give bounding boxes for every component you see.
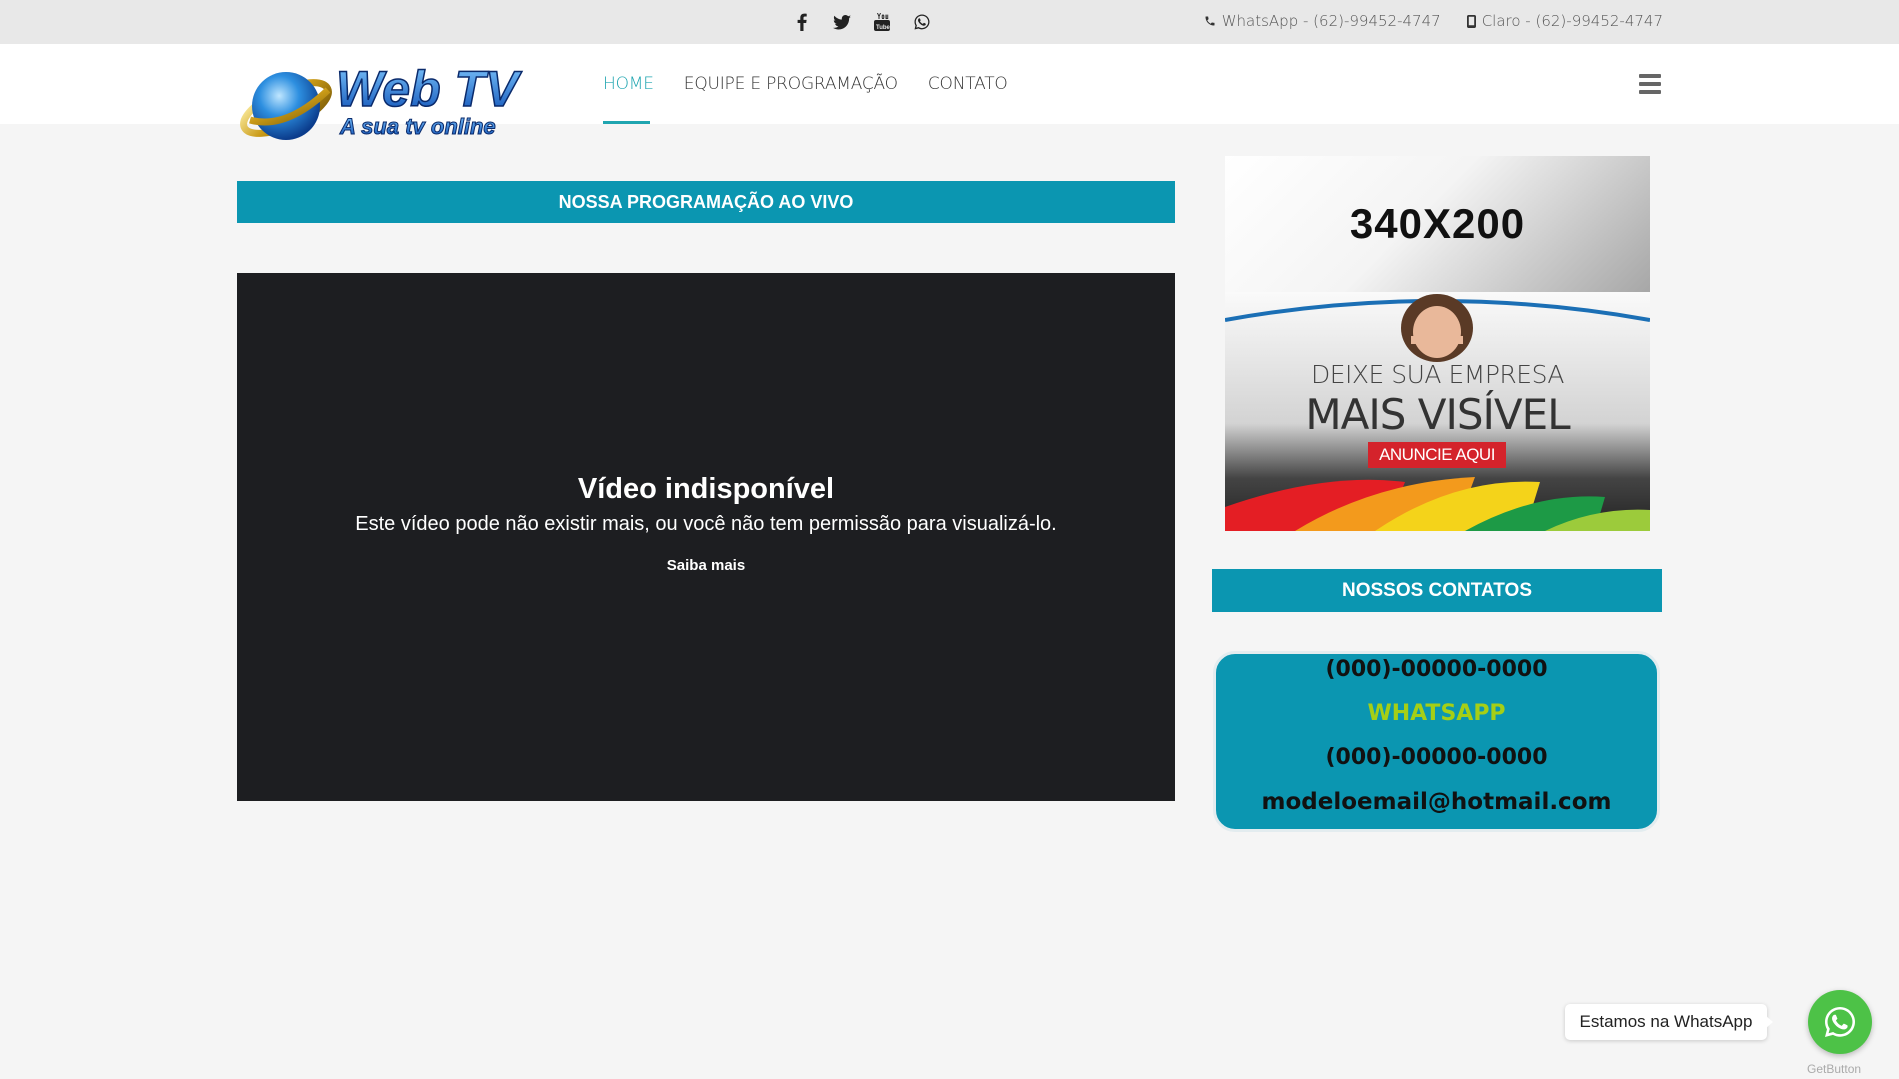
mobile-icon xyxy=(1466,14,1476,28)
svg-text:Tube: Tube xyxy=(876,25,890,31)
contacts-section-title: NOSSOS CONTATOS xyxy=(1212,569,1662,612)
ad-size-placeholder: 340X200 xyxy=(1225,156,1650,292)
site-logo[interactable]: Web TV A sua tv online xyxy=(236,60,561,156)
whatsapp-contact: WhatsApp - (62)-99452-4747 xyxy=(1204,12,1441,30)
ad-line-2: MAIS VISÍVEL xyxy=(1305,390,1570,439)
phone-1: (000)-00000-0000 xyxy=(1325,657,1548,682)
nav-contato[interactable]: CONTATO xyxy=(928,44,1008,124)
top-contacts: WhatsApp - (62)-99452-4747 Claro - (62)-… xyxy=(1204,12,1663,30)
twitter-icon[interactable] xyxy=(830,10,854,34)
logo-title: Web TV xyxy=(336,61,522,117)
nav-equipe-programacao[interactable]: EQUIPE E PROGRAMAÇÃO xyxy=(684,44,898,124)
social-links: Tube xyxy=(790,10,934,34)
youtube-icon[interactable]: Tube xyxy=(870,10,894,34)
hamburger-icon[interactable] xyxy=(1639,74,1661,94)
whatsapp-chat-button[interactable] xyxy=(1808,990,1872,1054)
live-section-title: NOSSA PROGRAMAÇÃO AO VIVO xyxy=(237,181,1175,223)
facebook-icon[interactable] xyxy=(790,10,814,34)
top-bar: Tube WhatsApp - (62)-99452-4747 Claro - … xyxy=(0,0,1899,44)
whatsapp-label: WHATSAPP xyxy=(1367,701,1506,726)
phone-icon xyxy=(1205,16,1215,26)
claro-contact: Claro - (62)-99452-4747 xyxy=(1466,12,1663,30)
logo-subtitle: A sua tv online xyxy=(339,114,496,139)
video-error-message: Este vídeo pode não existir mais, ou voc… xyxy=(355,513,1057,535)
main-nav: HOME EQUIPE E PROGRAMAÇÃO CONTATO xyxy=(603,44,1008,124)
ad-banner[interactable]: 340X200 DEIXE SUA EMPRESA MAIS VISÍVEL A… xyxy=(1225,156,1650,531)
whatsapp-icon xyxy=(1825,1007,1855,1037)
video-player[interactable]: Vídeo indisponível Este vídeo pode não e… xyxy=(237,273,1175,801)
ad-size-label: 340X200 xyxy=(1349,200,1526,247)
ad-image: DEIXE SUA EMPRESA MAIS VISÍVEL ANUNCIE A… xyxy=(1225,292,1650,531)
whatsapp-chat-bubble[interactable]: Estamos na WhatsApp xyxy=(1565,1004,1773,1040)
nav-home[interactable]: HOME xyxy=(603,44,654,124)
learn-more-link[interactable]: Saiba mais xyxy=(237,557,1175,574)
getbutton-credit[interactable]: GetButton xyxy=(1807,1062,1861,1076)
video-error-title: Vídeo indisponível xyxy=(577,473,835,505)
phone-2: (000)-00000-0000 xyxy=(1325,745,1548,770)
ad-line-1: DEIXE SUA EMPRESA xyxy=(1310,360,1565,389)
ad-cta: ANUNCIE AQUI xyxy=(1368,442,1506,468)
contacts-box: (000)-00000-0000 WHATSAPP (000)-00000-00… xyxy=(1213,651,1660,832)
email: modeloemail@hotmail.com xyxy=(1261,789,1612,815)
whatsapp-icon[interactable] xyxy=(910,10,934,34)
